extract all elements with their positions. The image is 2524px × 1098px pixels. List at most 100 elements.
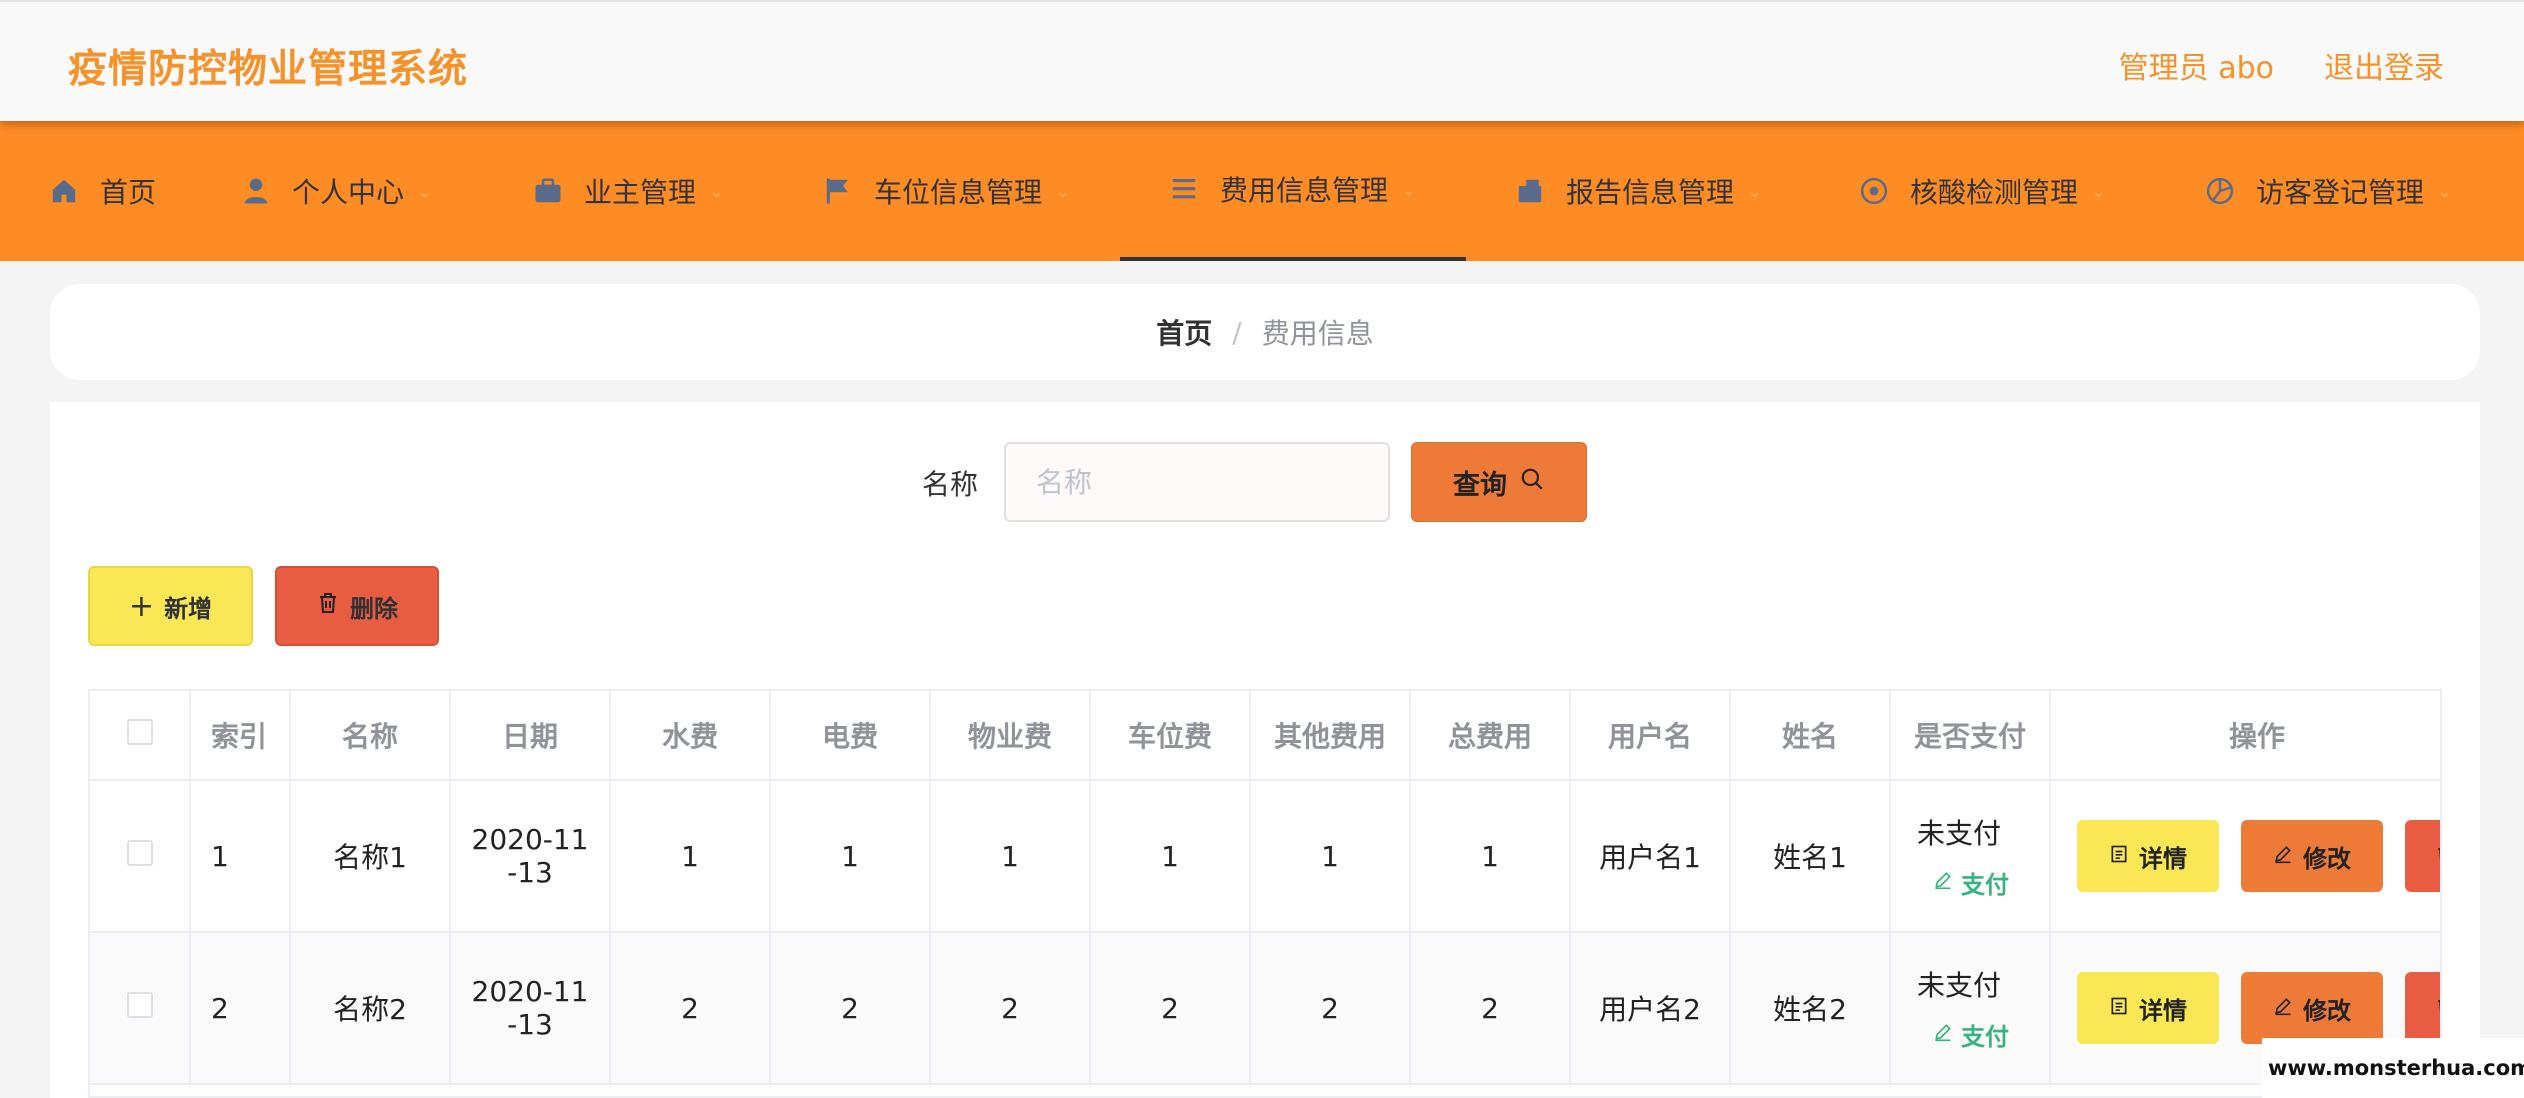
trash-icon	[2435, 994, 2440, 1022]
nav-item-nucleic-test-management[interactable]: 核酸检测管理 ⌄	[1858, 121, 2105, 261]
document-icon	[2109, 842, 2129, 870]
edit-button-label: 修改	[2303, 996, 2351, 1025]
column-header: 物业费	[930, 691, 1091, 781]
cell-electric-fee: 1	[770, 780, 931, 933]
breadcrumb: 首页 / 费用信息	[50, 284, 2480, 380]
chevron-down-icon: ⌄	[418, 181, 432, 201]
nav-item-owner-management[interactable]: 业主管理 ⌄	[532, 121, 723, 261]
cell-date: 2020-11 -13	[450, 780, 611, 933]
row-delete-button[interactable]	[2405, 972, 2440, 1044]
plus-icon: +	[128, 588, 155, 624]
cell-parking-fee: 1	[1090, 780, 1251, 933]
column-header: 日期	[450, 691, 611, 781]
logout-link[interactable]: 退出登录	[2324, 43, 2444, 87]
cell-total-fee: 1	[1410, 780, 1571, 933]
nav-item-parking-management[interactable]: 车位信息管理 ⌄	[822, 121, 1069, 261]
column-header: 车位费	[1090, 691, 1251, 781]
row-select-cell	[90, 932, 191, 1085]
pencil-icon	[2273, 994, 2293, 1022]
trash-icon	[2435, 842, 2440, 870]
cell-username: 用户名2	[1570, 932, 1731, 1085]
pay-link-label: 支付	[1961, 1022, 2009, 1051]
row-checkbox[interactable]	[126, 839, 153, 866]
nav-item-home[interactable]: 首页	[48, 121, 156, 261]
edit-button[interactable]: 修改	[2241, 820, 2383, 892]
app-title: 疫情防控物业管理系统	[68, 47, 469, 92]
nav-label: 车位信息管理	[874, 176, 1043, 209]
search-label: 名称	[922, 468, 979, 501]
user-icon	[240, 175, 272, 207]
pencil-icon	[1933, 868, 1953, 896]
column-header: 水费	[610, 691, 771, 781]
flag-icon	[822, 175, 854, 207]
current-user-label[interactable]: 管理员 abo	[2119, 43, 2274, 87]
detail-button[interactable]: 详情	[2077, 972, 2219, 1044]
cell-water-fee: 1	[610, 780, 771, 933]
cell-date-line: -13	[507, 856, 553, 889]
briefcase-icon	[532, 175, 564, 207]
aperture-icon	[2204, 175, 2236, 207]
cell-operations: 详情 修改	[2050, 780, 2440, 933]
top-header: 疫情防控物业管理系统 管理员 abo 退出登录	[0, 0, 2524, 121]
nav-label: 个人中心	[292, 176, 405, 209]
delete-button[interactable]: 删除	[275, 566, 439, 646]
watermark: www.monsterhua.com	[2262, 1038, 2524, 1098]
query-button[interactable]: 查询	[1411, 442, 1587, 522]
nav-item-fee-management[interactable]: 费用信息管理 ⌄	[1120, 121, 1466, 261]
cell-water-fee: 2	[610, 932, 771, 1085]
breadcrumb-current: 费用信息	[1261, 317, 1374, 350]
circle-icon	[1858, 175, 1890, 207]
cart-icon	[1514, 175, 1546, 207]
cell-date: 2020-11 -13	[450, 932, 611, 1085]
cell-pay-status: 未支付 支付	[1890, 932, 2051, 1085]
cell-total-fee: 2	[1410, 932, 1571, 1085]
row-checkbox[interactable]	[126, 991, 153, 1018]
user-area: 管理员 abo 退出登录	[2119, 43, 2444, 87]
select-all-checkbox[interactable]	[126, 718, 153, 745]
query-button-label: 查询	[1453, 469, 1507, 501]
cell-other-fee: 2	[1250, 932, 1411, 1085]
chevron-down-icon: ⌄	[1402, 179, 1416, 199]
cell-electric-fee: 2	[770, 932, 931, 1085]
nav-label: 核酸检测管理	[1910, 176, 2079, 209]
cell-date-line: -13	[507, 1008, 553, 1041]
nav-item-visitor-management[interactable]: 访客登记管理 ⌄	[2204, 121, 2451, 261]
breadcrumb-home[interactable]: 首页	[1156, 312, 1212, 352]
chevron-down-icon: ⌄	[2092, 181, 2106, 201]
cell-index: 1	[190, 780, 291, 933]
select-all-cell	[90, 691, 191, 781]
cell-realname: 姓名1	[1730, 780, 1891, 933]
nav-item-report-management[interactable]: 报告信息管理 ⌄	[1514, 121, 1761, 261]
pay-link[interactable]: 支付	[1933, 865, 2009, 900]
search-input[interactable]	[1004, 442, 1390, 522]
cell-index: 2	[190, 932, 291, 1085]
cell-date-line: 2020-11	[471, 975, 589, 1008]
column-header: 索引	[190, 691, 291, 781]
column-header: 用户名	[1570, 691, 1731, 781]
row-delete-button[interactable]	[2405, 820, 2440, 892]
pay-status-text: 未支付	[1917, 969, 2002, 1003]
chevron-down-icon: ⌄	[2438, 181, 2452, 201]
cell-name: 名称1	[290, 780, 451, 933]
add-button[interactable]: + 新增	[88, 566, 253, 646]
cell-property-fee: 1	[930, 780, 1091, 933]
pay-link-label: 支付	[1961, 870, 2009, 899]
pencil-icon	[2273, 842, 2293, 870]
pencil-icon	[1933, 1020, 1953, 1048]
fee-table: 索引 名称 日期 水费 电费 物业费 车位费 其他费用 总费用 用户名 姓名 是…	[88, 689, 2442, 1098]
cell-username: 用户名1	[1570, 780, 1731, 933]
detail-button[interactable]: 详情	[2077, 820, 2219, 892]
chevron-down-icon: ⌄	[1056, 181, 1070, 201]
column-header: 姓名	[1730, 691, 1891, 781]
edit-button[interactable]: 修改	[2241, 972, 2383, 1044]
cell-other-fee: 1	[1250, 780, 1411, 933]
column-header: 总费用	[1410, 691, 1571, 781]
pay-link[interactable]: 支付	[1933, 1017, 2009, 1052]
pay-status-text: 未支付	[1917, 817, 2002, 851]
cell-parking-fee: 2	[1090, 932, 1251, 1085]
list-icon	[1168, 173, 1200, 205]
table-row: 1 名称1 2020-11 -13 1 1 1 1 1 1 用户名1 姓名1 未支…	[90, 780, 2440, 933]
cell-property-fee: 2	[930, 932, 1091, 1085]
column-header: 电费	[770, 691, 931, 781]
nav-item-personal-center[interactable]: 个人中心 ⌄	[240, 121, 431, 261]
